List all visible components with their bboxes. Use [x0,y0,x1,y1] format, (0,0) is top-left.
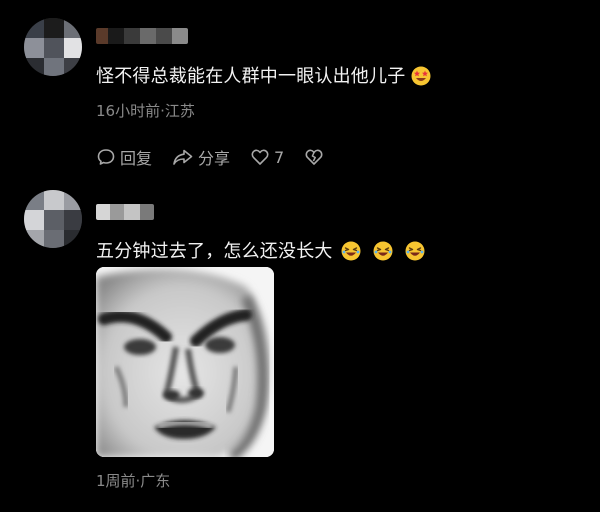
comment-text: 五分钟过去了，怎么还没长大 [96,241,425,263]
broken-heart-icon [305,149,323,165]
laughing-emoji-icon [405,241,425,261]
comment-meta: 16小时前·江苏 [96,102,195,120]
angry-face-meme-sticker[interactable] [96,267,274,457]
reply-label: 回复 [120,149,153,168]
username-blurred[interactable] [96,28,188,44]
angry-face-image [96,267,274,457]
reply-icon [97,149,115,165]
comment-text-content: 怪不得总裁能在人群中一眼认出他儿子 [96,66,406,87]
share-icon [173,149,193,165]
comment-text: 怪不得总裁能在人群中一眼认出他儿子 [96,66,431,88]
comment-text-content: 五分钟过去了，怎么还没长大 [96,241,333,262]
like-count: 7 [274,147,285,167]
comment-feed: 怪不得总裁能在人群中一眼认出他儿子 16小时前·江苏 回复 分享 7 五分钟过去… [0,0,600,512]
avatar[interactable] [24,190,82,248]
laughing-emoji-icon [341,241,361,261]
comment-actions: 回复 分享 7 [96,145,348,169]
share-label: 分享 [198,149,231,168]
comment-meta: 1周前·广东 [96,472,171,490]
share-button[interactable]: 分享 [172,145,230,169]
heart-icon [251,149,269,165]
username-blurred[interactable] [96,204,154,220]
like-button[interactable]: 7 [250,147,284,167]
star-eyes-emoji-icon [411,66,431,86]
laughing-emoji-icon [373,241,393,261]
avatar[interactable] [24,18,82,76]
reply-button[interactable]: 回复 [96,145,152,169]
dislike-button[interactable] [304,147,328,167]
